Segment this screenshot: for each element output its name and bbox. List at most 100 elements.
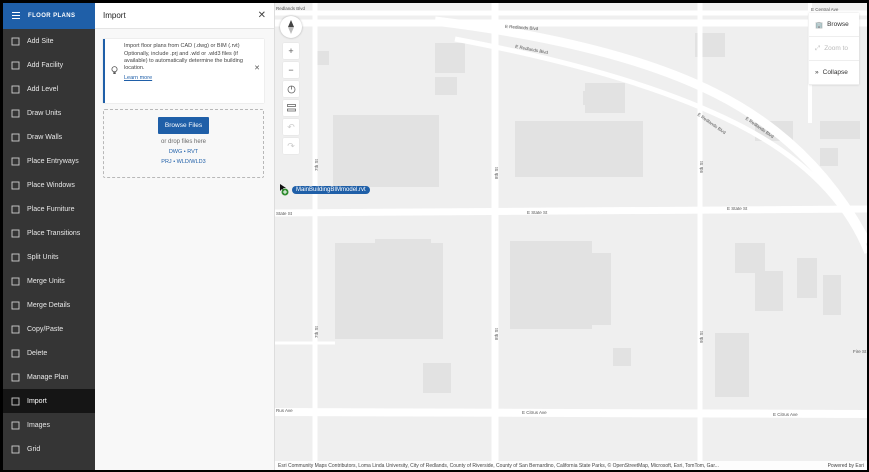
add-site-icon bbox=[11, 37, 20, 45]
sidebar-item-label: Place Furniture bbox=[27, 205, 75, 213]
street-label: State St bbox=[276, 211, 293, 216]
street-label: E State St bbox=[527, 210, 548, 215]
zoom-to-button[interactable]: ⤢ Zoom to bbox=[809, 37, 859, 61]
layers-button[interactable] bbox=[283, 100, 299, 116]
sidebar-item-label: Merge Details bbox=[27, 301, 71, 309]
sidebar-item-add-level[interactable]: Add Level bbox=[3, 77, 95, 101]
sidebar-item-label: Draw Units bbox=[27, 109, 62, 117]
compass-button[interactable] bbox=[280, 16, 302, 38]
street-label: Redlands Blvd bbox=[276, 6, 306, 11]
sidebar-item-label: Place Entryways bbox=[27, 157, 79, 165]
close-panel-icon[interactable]: ✕ bbox=[258, 10, 266, 21]
add-file-cursor-icon bbox=[280, 184, 289, 196]
dismiss-notice-icon[interactable]: ✕ bbox=[254, 65, 260, 72]
copy-icon bbox=[11, 325, 20, 333]
street-label: 8th St bbox=[494, 328, 499, 340]
street-label: E Citrus Ave bbox=[522, 410, 547, 415]
sidebar-title: FLOOR PLANS bbox=[28, 13, 76, 19]
browse-files-button[interactable]: Browse Files bbox=[157, 117, 210, 134]
compass-icon bbox=[288, 20, 294, 34]
street-label: E Citrus Ave bbox=[773, 412, 798, 417]
map-attribution: Esri Community Maps Contributors, Loma L… bbox=[275, 461, 867, 470]
split-icon bbox=[11, 253, 20, 261]
sidebar-item-label: Manage Plan bbox=[27, 373, 69, 381]
sidebar-item-label: Import bbox=[27, 397, 47, 405]
sidebar-item-split-units[interactable]: Split Units bbox=[3, 245, 95, 269]
zoom-out-button[interactable]: − bbox=[283, 62, 299, 78]
right-toolbar: 🏢 Browse ⤢ Zoom to » Collapse bbox=[809, 13, 859, 85]
sidebar-item-grid[interactable]: Grid bbox=[3, 437, 95, 461]
panel-header: Import ✕ bbox=[95, 3, 274, 29]
import-panel: Import ✕ Import floor plans from CAD (.d… bbox=[95, 3, 275, 470]
sidebar-item-add-site[interactable]: Add Site bbox=[3, 29, 95, 53]
zoom-in-button[interactable]: + bbox=[283, 43, 299, 59]
zoom-to-label: Zoom to bbox=[824, 45, 849, 52]
sidebar-item-images[interactable]: Images bbox=[3, 413, 95, 437]
sidebar-item-manage-plan[interactable]: Manage Plan bbox=[3, 365, 95, 389]
street-label: E State St bbox=[727, 206, 748, 211]
import-notice: Import floor plans from CAD (.dwg) or BI… bbox=[103, 39, 264, 103]
sidebar-item-add-facility[interactable]: Add Facility bbox=[3, 53, 95, 77]
collapse-label: Collapse bbox=[822, 69, 848, 76]
layers-icon bbox=[286, 104, 296, 112]
furniture-icon bbox=[11, 205, 20, 213]
sidebar-item-label: Grid bbox=[27, 445, 41, 453]
menu-icon[interactable] bbox=[12, 11, 20, 21]
sidebar-item-label: Add Facility bbox=[27, 61, 64, 69]
sidebar-item-label: Images bbox=[27, 421, 50, 429]
collapse-icon: » bbox=[815, 69, 819, 76]
street-label: 9th St bbox=[699, 331, 704, 343]
file-dropzone[interactable]: Browse Files or drop files here DWG • RV… bbox=[103, 109, 264, 178]
sidebar-header: FLOOR PLANS bbox=[3, 3, 95, 29]
file-marker[interactable]: MainBuildingBIMmodel.rvt bbox=[280, 184, 370, 196]
sidebar-item-place-entryways[interactable]: Place Entryways bbox=[3, 149, 95, 173]
add-level-icon bbox=[11, 85, 20, 93]
browse-label: Browse bbox=[827, 21, 849, 28]
file-marker-label: MainBuildingBIMmodel.rvt bbox=[292, 186, 370, 194]
street-label: 8th St bbox=[494, 167, 499, 179]
merge-details-icon bbox=[11, 301, 20, 309]
sidebar-item-import[interactable]: Import bbox=[3, 389, 95, 413]
sidebar-item-delete[interactable]: Delete bbox=[3, 341, 95, 365]
app-window: FLOOR PLANS Add Site Add Facility Add Leve… bbox=[3, 3, 867, 470]
map-toolbar: + − ↶ ↷ bbox=[283, 43, 299, 154]
sidebar-item-label: Merge Units bbox=[27, 277, 65, 285]
street-label: Rus Ave bbox=[276, 408, 293, 413]
merge-icon bbox=[11, 277, 20, 285]
sidebar-item-draw-units[interactable]: Draw Units bbox=[3, 101, 95, 125]
drop-files-text: or drop files here bbox=[160, 139, 207, 145]
collapse-button[interactable]: » Collapse bbox=[809, 61, 859, 85]
street-label: 7th St bbox=[314, 326, 319, 338]
draw-walls-icon bbox=[11, 133, 20, 141]
redo-button[interactable]: ↷ bbox=[283, 138, 299, 154]
home-button[interactable] bbox=[283, 81, 299, 97]
undo-button[interactable]: ↶ bbox=[283, 119, 299, 135]
sidebar-item-place-windows[interactable]: Place Windows bbox=[3, 173, 95, 197]
manage-plan-icon bbox=[11, 373, 20, 381]
sidebar-item-label: Draw Walls bbox=[27, 133, 63, 141]
images-icon bbox=[11, 421, 20, 429]
secondary-formats: PRJ • WLD/WLD3 bbox=[161, 159, 206, 165]
street-label: Fire St bbox=[853, 349, 867, 354]
trash-icon bbox=[11, 349, 20, 357]
sidebar-item-copy-paste[interactable]: Copy/Paste bbox=[3, 317, 95, 341]
sidebar-item-place-transitions[interactable]: Place Transitions bbox=[3, 221, 95, 245]
notice-line2: Optionally, include .prj and .wld or .wl… bbox=[124, 51, 243, 71]
attribution-text: Esri Community Maps Contributors, Loma L… bbox=[278, 462, 719, 469]
sidebar-item-draw-walls[interactable]: Draw Walls bbox=[3, 125, 95, 149]
powered-by-text[interactable]: Powered by Esri bbox=[828, 463, 864, 469]
building-icon: 🏢 bbox=[815, 21, 824, 29]
browse-tool-button[interactable]: 🏢 Browse bbox=[809, 13, 859, 37]
panel-title: Import bbox=[103, 11, 126, 20]
sidebar-item-merge-units[interactable]: Merge Units bbox=[3, 269, 95, 293]
learn-more-link[interactable]: Learn more bbox=[124, 75, 152, 82]
map-view[interactable]: E Redlands Blvd E Redlands Blvd E Redlan… bbox=[275, 3, 867, 470]
add-facility-icon bbox=[11, 61, 20, 69]
sidebar-item-place-furniture[interactable]: Place Furniture bbox=[3, 197, 95, 221]
sidebar-item-merge-details[interactable]: Merge Details bbox=[3, 293, 95, 317]
sidebar-item-label: Copy/Paste bbox=[27, 325, 64, 333]
sidebar-item-label: Delete bbox=[27, 349, 48, 357]
entryway-icon bbox=[11, 157, 20, 165]
sidebar-item-label: Place Transitions bbox=[27, 229, 81, 237]
sidebar-item-label: Split Units bbox=[27, 253, 59, 261]
